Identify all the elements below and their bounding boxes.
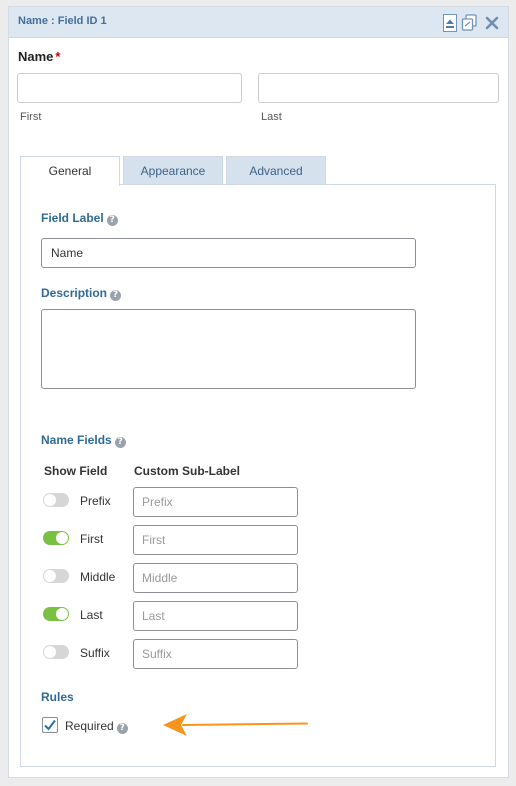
toggle-knob (44, 494, 56, 506)
help-icon[interactable]: ? (114, 437, 126, 448)
required-label: Required? (65, 719, 128, 734)
checkmark-icon (44, 719, 56, 731)
description-heading: Description? (41, 286, 122, 301)
prefix-toggle[interactable] (43, 493, 69, 507)
toggle-knob (56, 532, 68, 544)
preview-label-text: Name (18, 49, 54, 64)
help-icon[interactable]: ? (116, 723, 128, 734)
field-header[interactable]: Name : Field ID 1 (9, 7, 508, 38)
field-title: Name : Field ID 1 (18, 15, 107, 27)
middle-sublabel-input[interactable]: Middle (133, 563, 298, 593)
preview-first-input[interactable] (17, 73, 242, 103)
preview-first-sublabel: First (20, 111, 42, 123)
name-fields-title: Name Fields (41, 433, 112, 447)
tab-advanced[interactable]: Advanced (226, 156, 326, 185)
field-label-heading: Field Label? (41, 211, 118, 226)
last-row-label: Last (80, 608, 103, 622)
annotation-arrow-icon (163, 714, 308, 736)
preview-last-input[interactable] (258, 73, 499, 103)
first-sublabel-input[interactable]: First (133, 525, 298, 555)
suffix-sublabel-input[interactable]: Suffix (133, 639, 298, 669)
toggle-knob (44, 646, 56, 658)
rules-heading: Rules (41, 690, 74, 704)
help-icon[interactable]: ? (110, 290, 122, 301)
prefix-row-label: Prefix (80, 494, 111, 508)
field-label-title: Field Label (41, 211, 104, 225)
collapse-icon[interactable] (443, 14, 461, 32)
preview-last-sublabel: Last (261, 111, 282, 123)
help-icon[interactable]: ? (106, 215, 118, 226)
prefix-sublabel-input[interactable]: Prefix (133, 487, 298, 517)
description-title: Description (41, 286, 108, 300)
custom-sublabel-column-header: Custom Sub-Label (134, 464, 241, 478)
last-toggle[interactable] (43, 607, 69, 621)
toggle-knob (44, 570, 56, 582)
general-settings-panel: Field Label? Name Description? Name Fiel… (20, 184, 496, 767)
tab-appearance[interactable]: Appearance (123, 156, 223, 185)
first-toggle[interactable] (43, 531, 69, 545)
preview-name-label: Name * (18, 49, 60, 64)
middle-row-label: Middle (80, 570, 116, 584)
toggle-knob (56, 608, 68, 620)
last-sublabel-input[interactable]: Last (133, 601, 298, 631)
field-label-input[interactable]: Name (41, 238, 416, 268)
duplicate-icon[interactable] (461, 14, 479, 32)
required-checkbox[interactable] (42, 717, 58, 733)
name-fields-heading: Name Fields? (41, 433, 126, 448)
required-asterisk: * (55, 49, 61, 64)
middle-toggle[interactable] (43, 569, 69, 583)
required-label-text: Required (65, 719, 114, 733)
suffix-row-label: Suffix (80, 646, 110, 660)
suffix-toggle[interactable] (43, 645, 69, 659)
field-box: Name : Field ID 1 Name * First Last Gene… (8, 6, 509, 778)
first-row-label: First (80, 532, 104, 546)
description-textarea[interactable] (41, 309, 416, 389)
show-field-column-header: Show Field (44, 464, 108, 478)
tab-general[interactable]: General (20, 156, 120, 186)
close-icon[interactable] (485, 14, 503, 32)
